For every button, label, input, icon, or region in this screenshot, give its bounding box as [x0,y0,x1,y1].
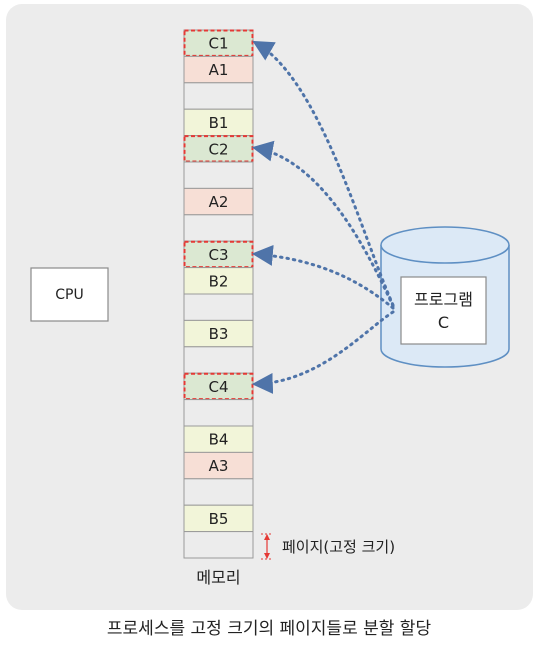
paging-diagram: CPU C1 A1 B1 C2 A2 C3 B2 B3 C4 B4 A3 B5 메모리 페이지(고정 … [30,29,510,587]
memory-page-c1: C1 [183,29,254,57]
memory-page-c2: C2 [183,135,254,163]
memory-page-label: A1 [209,61,229,79]
memory-page-empty [183,531,254,559]
program-label-line2: C [438,313,449,332]
page-size-note: 페이지(고정 크기) [282,538,395,556]
memory-slot [183,293,254,321]
cpu-label: CPU [55,287,83,303]
program-box [400,276,487,345]
figure-caption: 프로세스를 고정 크기의 페이지들로 분할 할당 [106,619,432,639]
memory-page-label: C3 [208,246,228,264]
memory-page-b3: B3 [183,319,254,348]
memory-slot [183,399,254,427]
memory-page-b2: B2 [183,267,254,295]
memory-slot [183,161,254,189]
memory-page-c4: C4 [183,372,254,401]
memory-page-a3: A3 [183,451,254,480]
memory-page-b4: B4 [183,425,254,453]
memory-page-label: C1 [208,35,228,53]
memory-page-label: A3 [209,457,229,475]
allocation-arrows [251,40,395,394]
memory-page-b5: B5 [183,504,254,533]
memory-page-label: C4 [208,378,228,396]
memory-page-empty [183,161,254,189]
memory-page-empty [183,478,254,506]
memory-page-label: B1 [209,114,229,132]
memory-page-c3: C3 [183,240,254,269]
memory-page-label: B4 [209,431,229,449]
arrow-to-c2 [251,140,395,308]
memory-page-a2: A2 [183,187,254,216]
program-label-line1: 프로그램 [414,290,473,309]
memory-page-a1: A1 [183,55,254,84]
arrow-to-c4 [251,310,395,394]
arrow-to-c3 [251,245,395,310]
cpu-box: CPU [30,267,109,322]
memory-page-label: A2 [209,193,229,211]
memory-page-empty [183,399,254,427]
page-size-marker [261,533,273,560]
memory-page-label: B2 [209,272,229,290]
memory-page-label: B5 [209,510,229,528]
memory-slot [183,82,254,110]
memory-page-b1: B1 [183,108,254,137]
memory-page-label: B3 [209,325,229,343]
memory-page-empty [183,214,254,242]
memory-page-label: C2 [208,140,228,158]
memory-column: C1 A1 B1 C2 A2 C3 B2 B3 C4 B4 A3 B5 [183,29,254,559]
memory-page-empty [183,346,254,374]
program-cylinder: 프로그램 C [380,226,510,368]
memory-label: 메모리 [196,568,240,587]
memory-page-empty [183,293,254,321]
memory-slot [183,214,254,242]
memory-slot [183,346,254,374]
memory-page-empty [183,82,254,110]
memory-slot [183,531,254,559]
memory-slot [183,478,254,506]
